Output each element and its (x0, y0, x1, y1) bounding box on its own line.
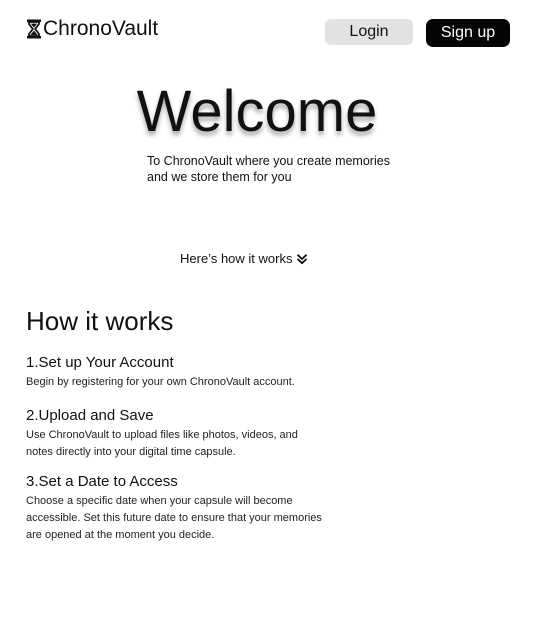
step-3-title: 3.Set a Date to Access (26, 473, 178, 490)
signup-button[interactable]: Sign up (426, 19, 510, 47)
how-it-works-title: How it works (26, 306, 174, 336)
how-it-works-link[interactable]: Here’s how it works (180, 251, 308, 266)
logo[interactable]: ChronoVault (26, 17, 158, 41)
step-3-description: Choose a specific date when your capsule… (26, 495, 322, 541)
login-button[interactable]: Login (325, 19, 413, 45)
how-it-works-link-label: Here’s how it works (180, 251, 293, 266)
hero-subtitle: To ChronoVault where you create memories… (147, 154, 390, 184)
double-chevron-down-icon (297, 253, 308, 264)
logo-text: ChronoVault (43, 17, 159, 40)
hero-title: Welcome (136, 79, 378, 144)
page: ChronoVault Login Sign up Welcome To Chr… (0, 0, 539, 622)
step-1-description: Begin by registering for your own Chrono… (26, 376, 295, 388)
step-2-description: Use ChronoVault to upload files like pho… (26, 429, 298, 458)
hourglass-icon (27, 19, 41, 39)
step-1-title: 1.Set up Your Account (26, 354, 174, 371)
step-2-title: 2.Upload and Save (26, 407, 154, 424)
